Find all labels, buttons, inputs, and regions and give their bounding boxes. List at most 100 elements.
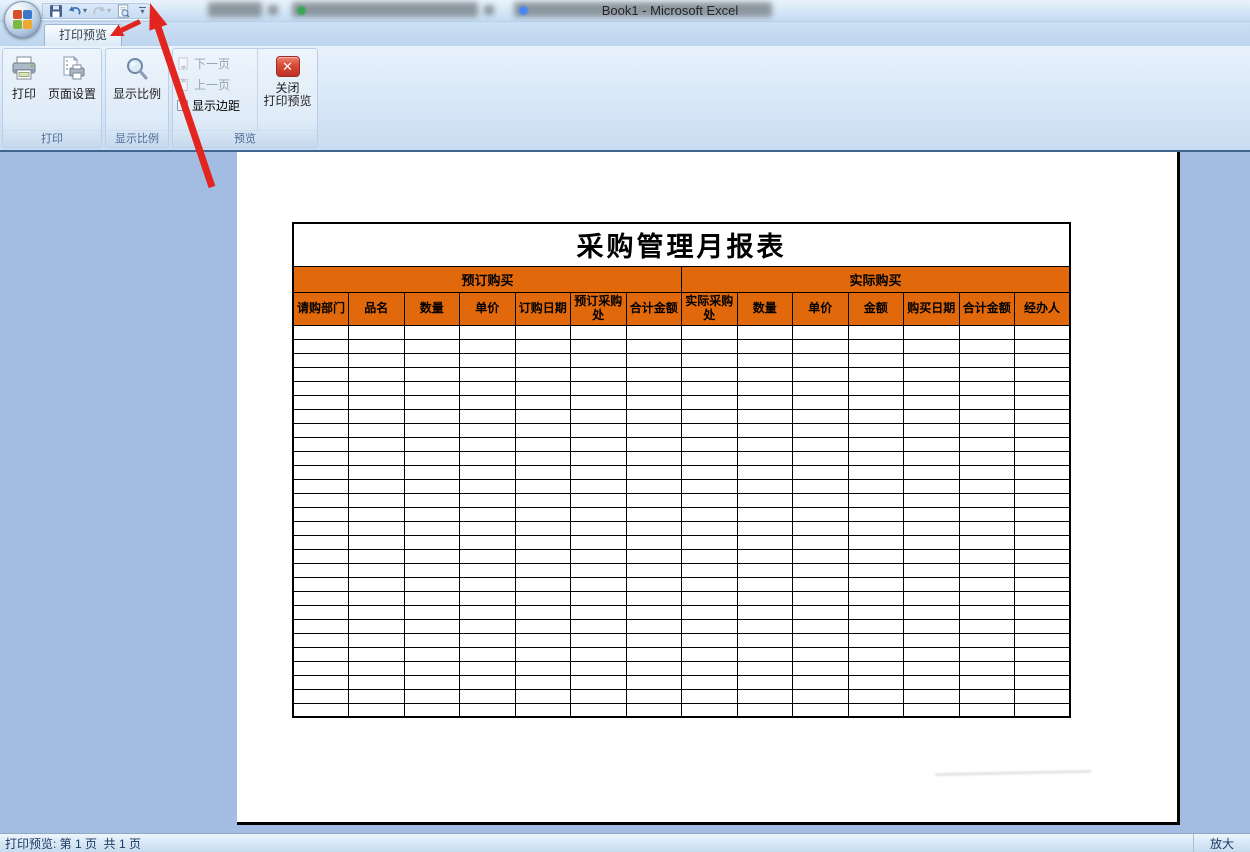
empty-data-row [293,507,1070,521]
show-margins-label: 显示边距 [192,97,240,114]
empty-cell [682,451,738,465]
empty-cell [460,661,516,675]
empty-cell [1015,465,1071,479]
empty-cell [848,409,904,423]
empty-cell [515,409,571,423]
empty-cell [737,675,793,689]
empty-cell [904,451,960,465]
save-icon [49,4,63,18]
empty-cell [793,577,849,591]
zoom-button-label: 显示比例 [113,88,161,101]
empty-data-row [293,353,1070,367]
excel-window: ▾ ▾ ▾ [0,0,1250,852]
empty-cell [1015,381,1071,395]
empty-cell [626,619,682,633]
previous-page-button[interactable]: 上一页 [177,76,257,93]
save-button[interactable] [48,3,64,19]
column-header-cell: 单价 [460,292,516,325]
printer-icon [10,56,38,82]
empty-cell [571,661,627,675]
empty-cell [682,479,738,493]
empty-cell [626,493,682,507]
empty-data-row [293,437,1070,451]
empty-cell [793,661,849,675]
empty-cell [293,619,349,633]
empty-cell [460,353,516,367]
empty-cell [904,633,960,647]
empty-cell [460,703,516,717]
empty-cell [848,367,904,381]
empty-cell [404,689,460,703]
empty-cell [959,521,1015,535]
redo-dropdown-caret[interactable]: ▾ [107,3,111,19]
empty-cell [959,353,1015,367]
empty-cell [904,605,960,619]
empty-cell [626,409,682,423]
undo-button[interactable]: ▾ [67,3,88,19]
empty-cell [626,521,682,535]
redacted-tab-placeholder [292,2,478,17]
empty-cell [515,325,571,339]
empty-data-row [293,465,1070,479]
ribbon-group-preview: 下一页 上一页 显示边距 ✕ [172,48,318,148]
empty-cell [737,493,793,507]
empty-cell [959,647,1015,661]
redo-button[interactable]: ▾ [91,3,112,19]
empty-cell [626,675,682,689]
empty-cell [737,381,793,395]
column-header-cell: 品名 [349,292,405,325]
empty-cell [571,381,627,395]
group-label-print: 打印 [3,130,101,147]
empty-cell [737,395,793,409]
empty-cell [848,577,904,591]
empty-cell [1015,661,1071,675]
zoom-button[interactable]: 显示比例 [108,49,166,130]
empty-cell [793,563,849,577]
page-setup-button[interactable]: 页面设置 [45,49,99,130]
group-label-zoom: 显示比例 [106,130,168,147]
empty-cell [1015,325,1071,339]
empty-cell [793,703,849,717]
customize-quick-access-button[interactable]: ▾ [139,7,146,15]
empty-cell [349,577,405,591]
empty-cell [626,703,682,717]
empty-cell [848,521,904,535]
empty-data-row [293,479,1070,493]
print-button[interactable]: 打印 [3,49,45,130]
empty-cell [460,493,516,507]
undo-dropdown-caret[interactable]: ▾ [83,3,87,19]
empty-cell [793,507,849,521]
empty-data-row [293,535,1070,549]
next-page-button[interactable]: 下一页 [177,55,257,72]
empty-cell [904,521,960,535]
close-red-x-icon: ✕ [276,56,300,77]
empty-cell [1015,675,1071,689]
empty-cell [848,479,904,493]
empty-cell [904,339,960,353]
status-zoom-button[interactable]: 放大 [1193,834,1250,852]
empty-cell [793,381,849,395]
empty-cell [515,521,571,535]
empty-cell [848,605,904,619]
empty-cell [904,367,960,381]
empty-cell [349,647,405,661]
close-print-preview-button[interactable]: ✕ 关闭 打印预览 [257,49,317,130]
tab-print-preview[interactable]: 打印预览 [44,24,122,46]
blue-dot-icon [519,6,528,15]
empty-data-row [293,521,1070,535]
empty-cell [682,339,738,353]
empty-cell [571,479,627,493]
empty-cell [848,325,904,339]
page-setup-button-label: 页面设置 [48,88,96,101]
office-button[interactable] [4,1,41,38]
print-preview-area[interactable]: 采购管理月报表预订购买实际购买请购部门品名数量单价订购日期预订采购处合计金额实际… [0,152,1250,833]
empty-cell [349,689,405,703]
print-preview-quick-button[interactable] [115,3,132,19]
empty-data-row [293,451,1070,465]
empty-data-row [293,563,1070,577]
show-margins-checkbox[interactable]: 显示边距 [177,97,257,114]
empty-cell [293,591,349,605]
empty-data-row [293,577,1070,591]
empty-cell [293,507,349,521]
empty-cell [848,591,904,605]
